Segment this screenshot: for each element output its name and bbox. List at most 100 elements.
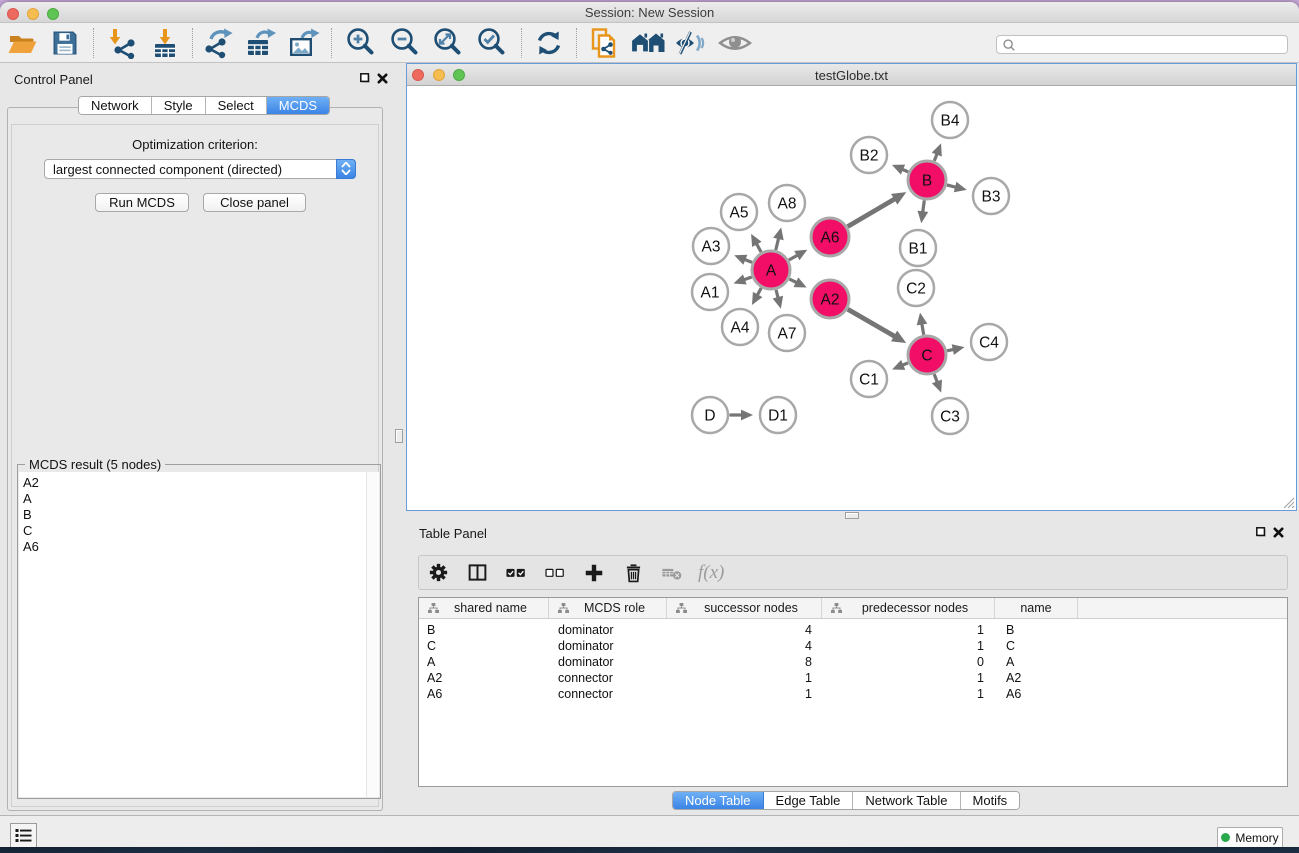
memory-button-label: Memory — [1235, 831, 1278, 845]
table-row[interactable]: Adominator80A — [419, 654, 1287, 670]
export-table-button[interactable] — [243, 26, 279, 60]
function-builder-button[interactable]: f(x) — [698, 562, 724, 584]
graph-svg: AA1A3A4A5A7A8A6A2BB1B2B3B4CC1C2C3C4DD1 — [407, 86, 1296, 511]
result-item-c[interactable]: C — [19, 523, 379, 539]
resize-grip-icon[interactable] — [1283, 497, 1295, 509]
graph-node-label-A1: A1 — [701, 285, 720, 302]
columns-icon — [467, 562, 488, 583]
mcds-result-list: A2ABCA6 — [19, 472, 379, 797]
table-row[interactable]: Bdominator41B — [419, 622, 1287, 638]
table-cell: connector — [549, 687, 667, 701]
table-cell: A — [419, 655, 549, 669]
result-item-b[interactable]: B — [19, 507, 379, 523]
memory-button[interactable]: Memory — [1217, 827, 1283, 847]
save-icon — [50, 28, 80, 58]
tab-mcds[interactable]: MCDS — [267, 97, 329, 114]
float-panel-icon[interactable] — [360, 73, 371, 84]
table-cell: C — [995, 639, 1078, 653]
export-image-button[interactable] — [286, 26, 322, 60]
network-canvas[interactable]: AA1A3A4A5A7A8A6A2BB1B2B3B4CC1C2C3C4DD1 — [407, 86, 1296, 510]
table-cell: 1 — [667, 671, 822, 685]
refresh-view-button[interactable] — [531, 26, 567, 60]
column-layout-button[interactable] — [466, 562, 488, 584]
graph-node-label-A7: A7 — [778, 326, 797, 343]
zoom-fit-button[interactable] — [430, 26, 466, 60]
search-field[interactable] — [996, 35, 1288, 54]
tab-node-table[interactable]: Node Table — [673, 792, 764, 809]
import-table-button[interactable] — [147, 26, 183, 60]
table-cell: A2 — [419, 671, 549, 685]
close-panel-icon[interactable] — [377, 73, 388, 84]
table-cell: A — [995, 655, 1078, 669]
table-settings-button[interactable] — [427, 562, 449, 584]
delete-table-button[interactable] — [661, 562, 683, 584]
column-header-successor-nodes[interactable]: successor nodes — [667, 598, 822, 618]
main-toolbar — [0, 23, 1299, 63]
trash-icon — [623, 562, 644, 584]
column-header-shared-name[interactable]: shared name — [419, 598, 549, 618]
tab-edge-table[interactable]: Edge Table — [764, 792, 854, 809]
table-cell: dominator — [549, 655, 667, 669]
tab-select[interactable]: Select — [206, 97, 267, 114]
open-file-button[interactable] — [4, 26, 40, 60]
homes-icon — [630, 27, 666, 59]
search-input[interactable] — [1016, 38, 1287, 52]
graph-edge-A-A8[interactable] — [776, 237, 779, 250]
sitemap-icon — [676, 603, 687, 614]
graph-node-label-A: A — [766, 263, 777, 280]
titlebar: Session: New Session — [0, 2, 1299, 23]
criterion-dropdown[interactable]: largest connected component (directed) — [44, 159, 356, 179]
run-mcds-button[interactable]: Run MCDS — [95, 193, 189, 212]
result-item-a2[interactable]: A2 — [19, 475, 379, 491]
export-network-button[interactable] — [201, 26, 237, 60]
first-neighbors-button[interactable] — [630, 26, 666, 60]
delete-row-button[interactable] — [622, 562, 644, 584]
tab-network-table[interactable]: Network Table — [853, 792, 960, 809]
graph-node-label-A3: A3 — [702, 239, 721, 256]
graph-edge-A2-C[interactable] — [848, 309, 896, 337]
tab-style[interactable]: Style — [152, 97, 206, 114]
import-network-button[interactable] — [104, 26, 140, 60]
table-row[interactable]: A2connector11A2 — [419, 670, 1287, 686]
save-session-button[interactable] — [47, 26, 83, 60]
result-scrollbar[interactable] — [366, 472, 379, 797]
tab-motifs[interactable]: Motifs — [961, 792, 1020, 809]
mcds-result-group: MCDS result (5 nodes) A2ABCA6 — [17, 464, 381, 799]
table-row[interactable]: A6connector11A6 — [419, 686, 1287, 702]
column-header-mcds-role[interactable]: MCDS role — [549, 598, 667, 618]
graph-edge-arrowhead — [932, 143, 942, 156]
float-panel-icon[interactable] — [1256, 527, 1267, 538]
graph-edge-A6-B[interactable] — [848, 198, 896, 226]
show-details-button[interactable] — [717, 26, 753, 60]
zoom-selected-icon — [475, 26, 509, 60]
table-cell: 4 — [667, 623, 822, 637]
unselect-all-button[interactable] — [544, 562, 566, 584]
graph-edge-arrowhead — [741, 410, 753, 421]
split-divider-handle[interactable] — [845, 512, 859, 519]
result-item-a6[interactable]: A6 — [19, 539, 379, 555]
tab-network[interactable]: Network — [79, 97, 152, 114]
table-cell: dominator — [549, 623, 667, 637]
zoom-in-button[interactable] — [343, 26, 379, 60]
table-row[interactable]: Cdominator41C — [419, 638, 1287, 654]
split-divider-handle[interactable] — [395, 429, 403, 443]
zoom-selected-button[interactable] — [474, 26, 510, 60]
table-cell: 1 — [822, 687, 995, 701]
toolbar-separator — [331, 28, 332, 58]
close-panel-button[interactable]: Close panel — [203, 193, 306, 212]
close-panel-icon[interactable] — [1273, 527, 1284, 538]
table-cell: 0 — [822, 655, 995, 669]
hide-details-button[interactable] — [673, 26, 709, 60]
result-item-a[interactable]: A — [19, 491, 379, 507]
add-row-button[interactable] — [583, 562, 605, 584]
sitemap-icon — [831, 603, 842, 614]
table-body: Bdominator41BCdominator41CAdominator80AA… — [419, 619, 1287, 702]
select-all-button[interactable] — [505, 562, 527, 584]
zoom-out-button[interactable] — [387, 26, 423, 60]
column-header-predecessor-nodes[interactable]: predecessor nodes — [822, 598, 995, 618]
column-header-name[interactable]: name — [995, 598, 1078, 618]
table-cell: 8 — [667, 655, 822, 669]
show-tasks-button[interactable] — [10, 823, 37, 847]
clone-network-button[interactable] — [586, 26, 622, 60]
table-cell: connector — [549, 671, 667, 685]
